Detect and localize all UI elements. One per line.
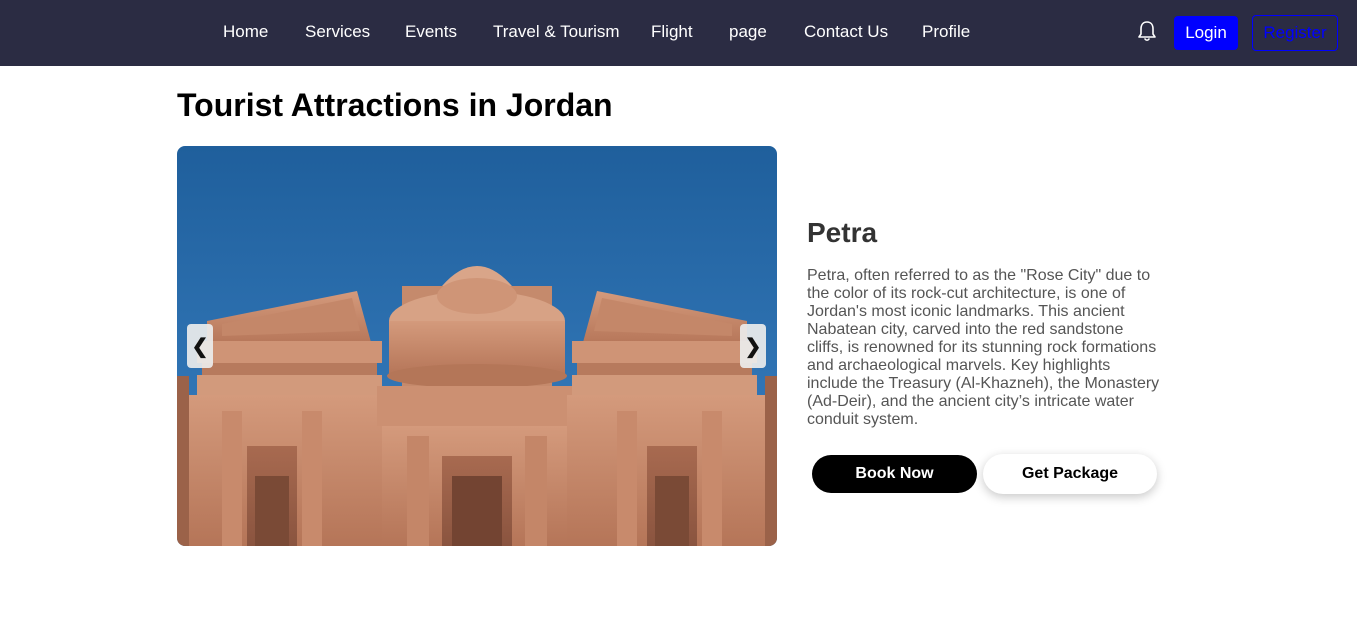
- nav-item-travel-tourism[interactable]: Travel & Tourism: [493, 22, 620, 42]
- petra-monastery-image: [177, 146, 777, 546]
- image-carousel: ❮ ❯: [177, 146, 777, 546]
- carousel-next-button[interactable]: ❯: [740, 324, 766, 368]
- carousel-prev-button[interactable]: ❮: [187, 324, 213, 368]
- bell-icon[interactable]: [1136, 19, 1158, 43]
- top-navbar: Home Services Events Travel & Tourism Fl…: [0, 0, 1357, 66]
- book-now-button[interactable]: Book Now: [812, 455, 977, 493]
- nav-item-profile[interactable]: Profile: [922, 22, 970, 42]
- login-button[interactable]: Login: [1174, 16, 1238, 50]
- nav-item-page[interactable]: page: [729, 22, 767, 42]
- nav-item-home[interactable]: Home: [223, 22, 268, 42]
- nav-item-events[interactable]: Events: [405, 22, 457, 42]
- page-title: Tourist Attractions in Jordan: [177, 87, 613, 123]
- nav-item-flight[interactable]: Flight: [651, 22, 693, 42]
- attraction-description: Petra, often referred to as the "Rose Ci…: [807, 267, 1160, 428]
- register-button[interactable]: Register: [1252, 15, 1338, 51]
- nav-item-contact-us[interactable]: Contact Us: [804, 22, 888, 42]
- attraction-name: Petra: [807, 217, 878, 248]
- nav-item-services[interactable]: Services: [305, 22, 370, 42]
- get-package-button[interactable]: Get Package: [983, 454, 1157, 494]
